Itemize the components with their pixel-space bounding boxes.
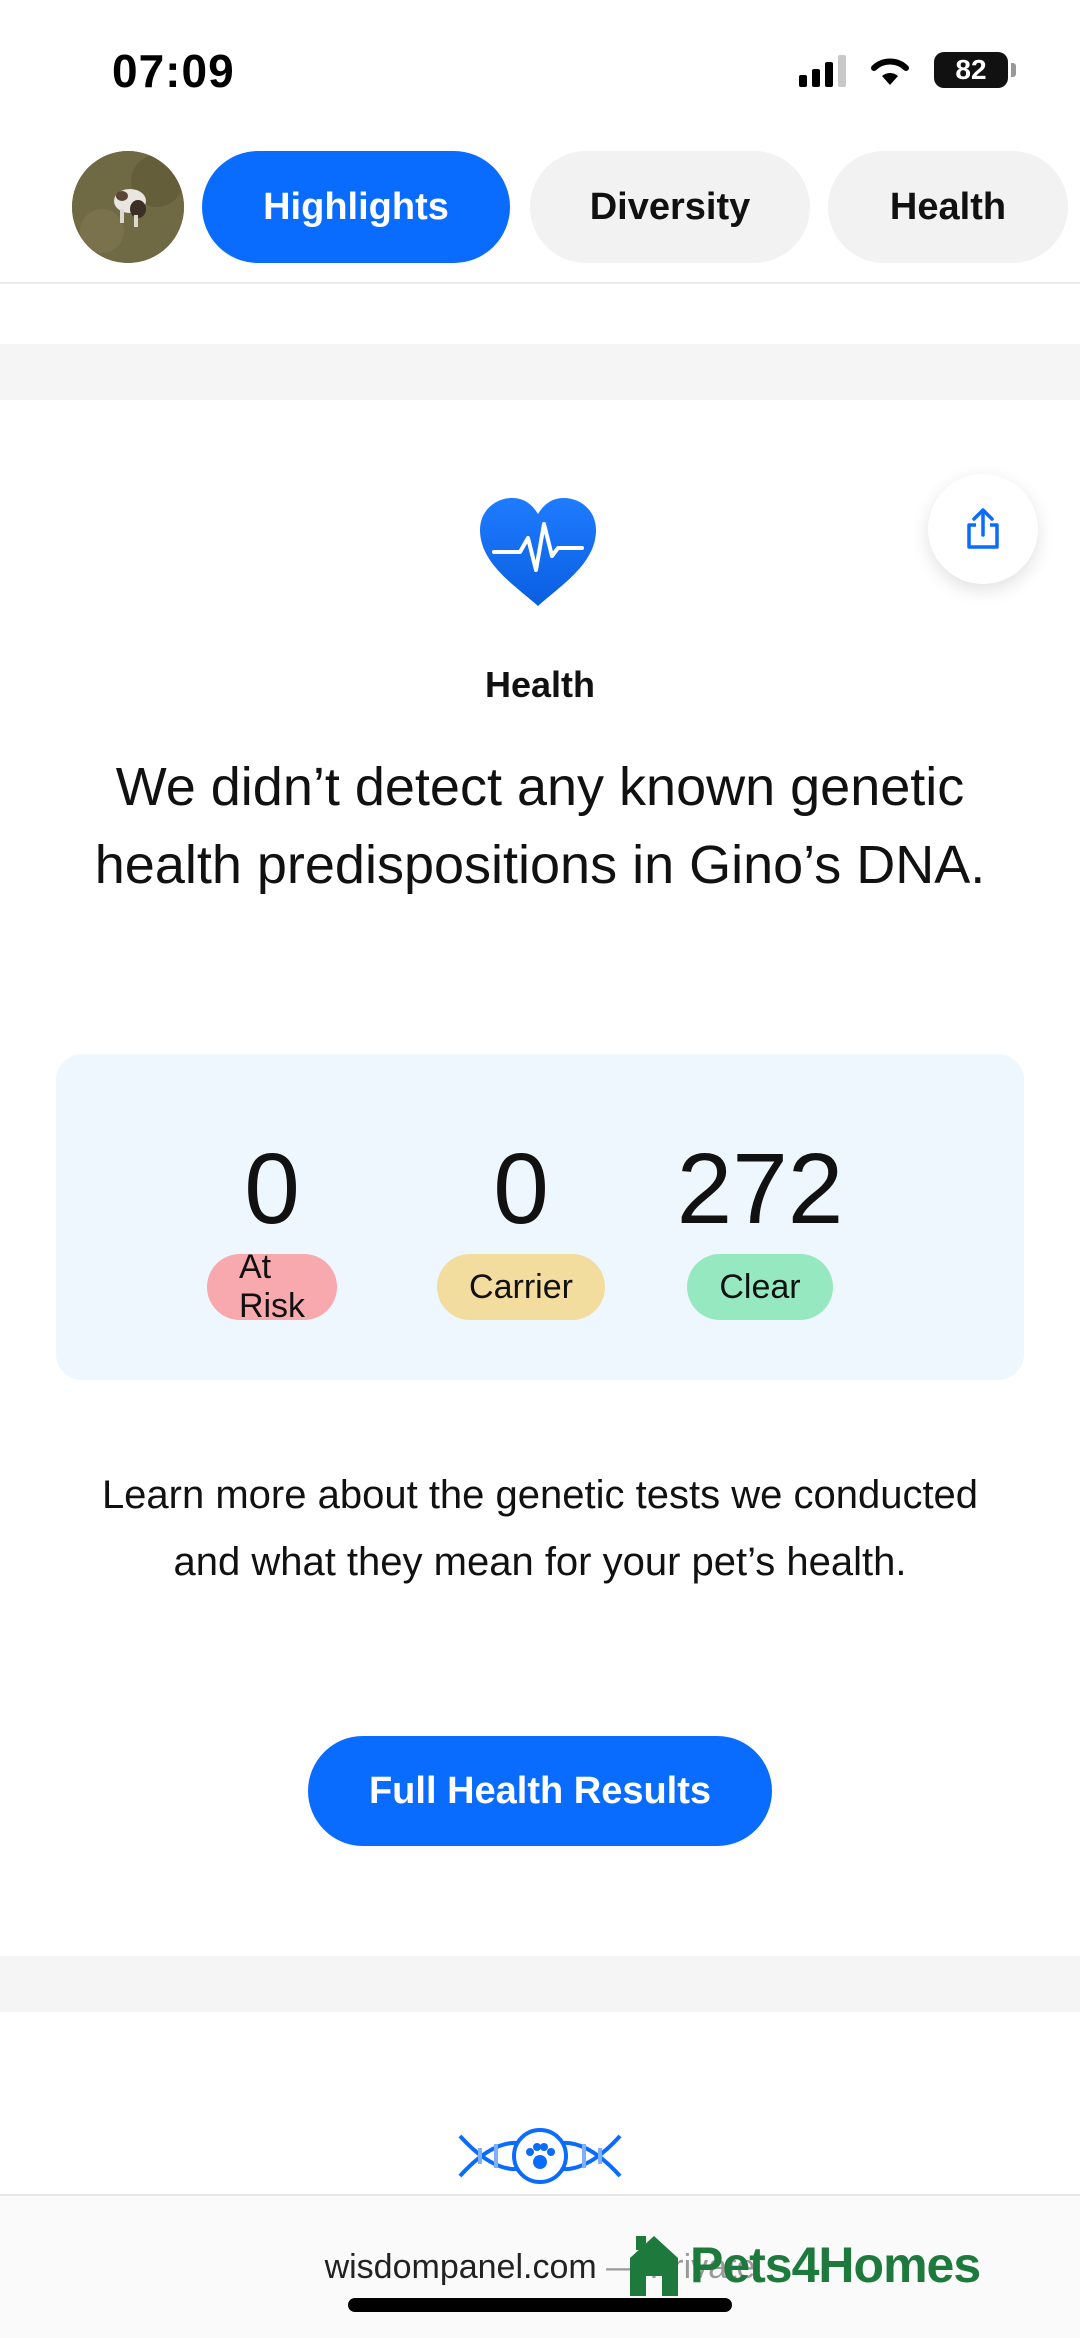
watermark-text: Pets4Homes bbox=[690, 2237, 981, 2293]
tab-health[interactable]: Health bbox=[828, 151, 1068, 263]
share-icon bbox=[967, 508, 999, 549]
status-bar: 07:09 82 bbox=[0, 0, 1080, 140]
section-divider-bottom bbox=[0, 1956, 1080, 2012]
home-indicator[interactable] bbox=[348, 2298, 732, 2312]
heart-pulse-icon bbox=[480, 498, 596, 606]
status-icons: 82 bbox=[799, 52, 1016, 88]
status-time: 07:09 bbox=[112, 45, 235, 97]
section-divider bbox=[0, 344, 1080, 400]
stat-clear: 272 Clear bbox=[677, 1134, 843, 1320]
health-stats-card: 0 At Risk 0 Carrier 272 Clear bbox=[56, 1054, 1024, 1380]
stat-carrier: 0 Carrier bbox=[437, 1133, 605, 1320]
stat-value-carrier: 0 bbox=[493, 1133, 549, 1245]
tab-highlights[interactable]: Highlights bbox=[202, 151, 510, 263]
stat-value-at-risk: 0 bbox=[244, 1133, 300, 1245]
stat-value-clear: 272 bbox=[676, 1133, 844, 1245]
battery-level: 82 bbox=[955, 54, 987, 85]
house-logo-icon bbox=[630, 2236, 678, 2296]
tab-diversity[interactable]: Diversity bbox=[530, 151, 810, 263]
pet-avatar[interactable] bbox=[72, 151, 184, 263]
share-button[interactable] bbox=[928, 474, 1038, 584]
stat-at-risk: 0 At Risk bbox=[206, 1133, 338, 1325]
health-headline: We didn’t detect any known genetic healt… bbox=[94, 757, 986, 895]
wifi-icon bbox=[871, 58, 909, 85]
watermark: Pets4Homes bbox=[626, 2232, 981, 2298]
url-domain: wisdompanel.com bbox=[324, 2248, 597, 2286]
browser-address-bar[interactable]: wisdompanel.com — Private Pets4Homes bbox=[0, 2194, 1080, 2338]
tabs-row: Highlights Diversity Health bbox=[0, 150, 1080, 284]
stat-badge-clear: Clear bbox=[687, 1254, 833, 1320]
stat-badge-carrier: Carrier bbox=[437, 1254, 605, 1320]
section-title-health: Health bbox=[484, 664, 596, 705]
pet-photo bbox=[72, 151, 184, 263]
battery-icon: 82 bbox=[934, 52, 1016, 88]
learn-more-text: Learn more about the genetic tests we co… bbox=[101, 1473, 979, 1584]
stat-badge-at-risk: At Risk bbox=[206, 1248, 338, 1325]
cellular-signal-icon bbox=[799, 53, 846, 87]
full-health-results-button[interactable]: Full Health Results bbox=[308, 1736, 772, 1846]
dna-paw-icon bbox=[458, 2128, 622, 2184]
